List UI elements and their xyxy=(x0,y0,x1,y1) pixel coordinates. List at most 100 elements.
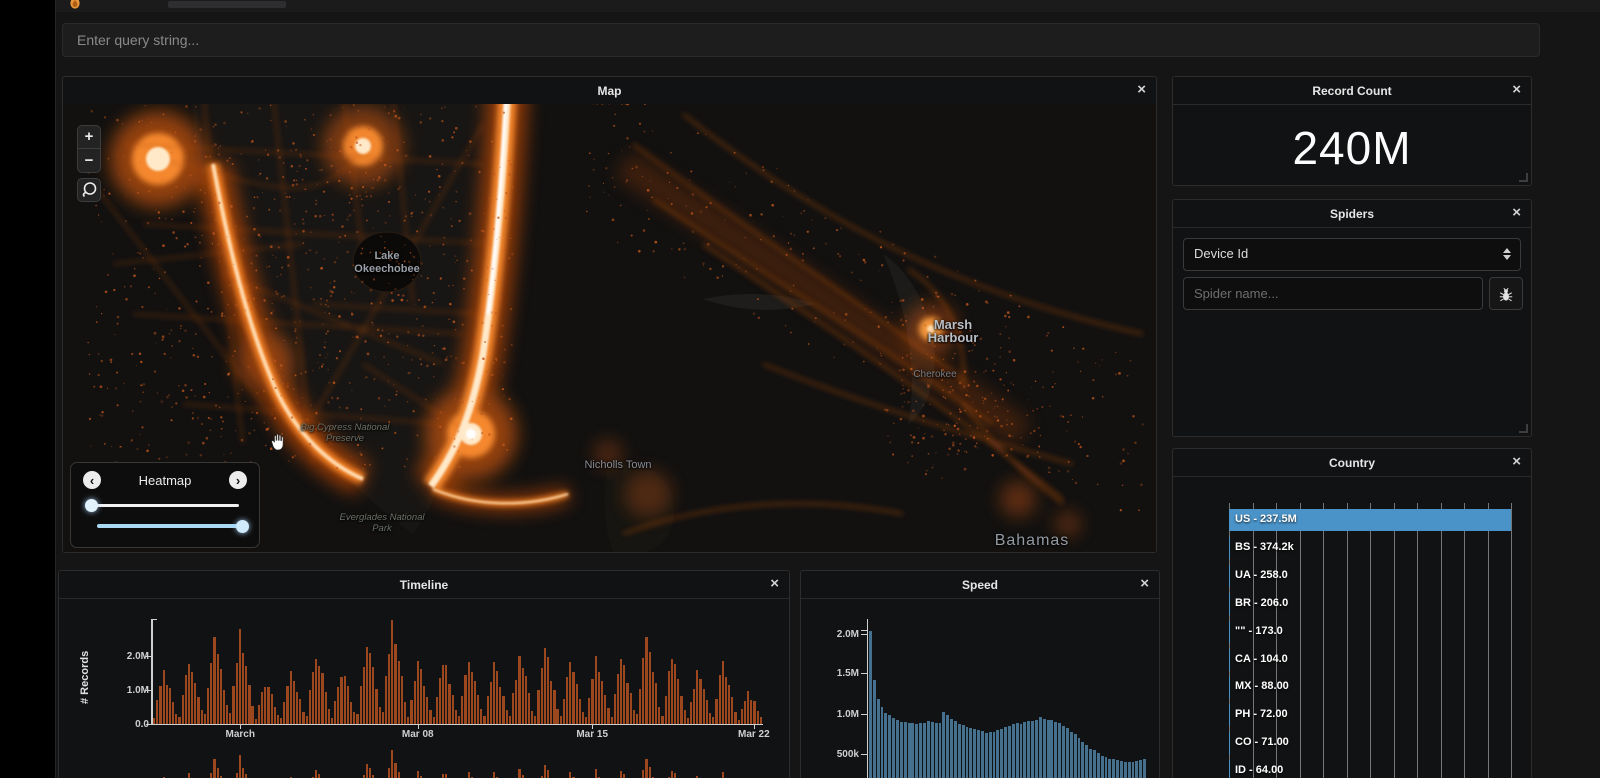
speed-bar xyxy=(1004,726,1008,778)
timeline-brush-bar xyxy=(620,770,623,778)
speed-bar xyxy=(872,680,876,778)
gridline xyxy=(1299,503,1301,778)
speed-bar xyxy=(953,721,957,778)
opacity-slider-knob[interactable] xyxy=(85,499,98,512)
gridline xyxy=(1393,503,1395,778)
speed-bar xyxy=(980,730,984,778)
close-button[interactable]: × xyxy=(1135,80,1148,100)
speed-bar xyxy=(1046,719,1050,778)
speed-bar xyxy=(1112,759,1116,778)
speed-bar xyxy=(903,721,907,778)
speed-bar xyxy=(961,725,965,778)
speed-bar xyxy=(915,723,919,778)
app-title-cutoff xyxy=(168,1,286,8)
layer-next-button[interactable]: › xyxy=(229,471,247,489)
speed-bar xyxy=(1065,728,1069,778)
panel-title: Map xyxy=(597,84,622,98)
speed-bar xyxy=(965,726,969,778)
radius-slider[interactable] xyxy=(97,524,243,528)
timeline-brush-bar xyxy=(241,767,245,778)
country-bar-chart[interactable]: US - 237.5M BS - 374.2k UA - 258.0 BR - 206… xyxy=(1173,449,1531,778)
speed-bar xyxy=(1011,724,1015,778)
spider-search-button[interactable] xyxy=(1489,277,1523,310)
speed-bar xyxy=(926,721,930,778)
map-label-bahamas: Bahamas xyxy=(994,532,1070,549)
timeline-brush-bar xyxy=(721,771,724,778)
timeline-brush-bar xyxy=(397,771,400,778)
timeline-brush-bar xyxy=(543,764,546,778)
country-bar[interactable] xyxy=(1229,592,1230,615)
timeline-brush[interactable] xyxy=(59,571,789,778)
country-bar[interactable] xyxy=(1229,620,1230,643)
country-bar[interactable] xyxy=(1229,704,1230,727)
lasso-select-button[interactable] xyxy=(77,178,101,202)
country-bar[interactable] xyxy=(1229,732,1230,755)
speed-bar xyxy=(969,728,973,778)
dashboard-screen: Map × xyxy=(0,0,1600,778)
speed-bar xyxy=(988,732,992,778)
speed-bar xyxy=(938,723,942,778)
timeline-brush-bar xyxy=(365,764,369,778)
field-select[interactable]: Device Id xyxy=(1183,238,1521,271)
hand-cursor-icon xyxy=(271,433,284,451)
timeline-brush-bar xyxy=(674,773,677,778)
gridline xyxy=(1487,503,1489,778)
close-button[interactable]: × xyxy=(1510,80,1523,100)
speed-bar xyxy=(1100,755,1104,778)
speed-bar xyxy=(1027,720,1031,778)
country-bar[interactable] xyxy=(1229,648,1230,671)
speed-bar xyxy=(1096,753,1100,778)
close-button[interactable]: × xyxy=(1510,203,1523,223)
speed-bar xyxy=(876,698,880,778)
country-bar[interactable] xyxy=(1229,760,1230,778)
speed-bar xyxy=(919,723,923,778)
speed-bar xyxy=(942,711,946,778)
timeline-brush-bar xyxy=(369,767,372,778)
speed-bar xyxy=(1108,759,1112,778)
country-bar-label: BS - 374.2k xyxy=(1235,540,1294,553)
gridline xyxy=(1370,503,1371,778)
speed-bar xyxy=(892,717,896,778)
speed-bar xyxy=(911,723,915,778)
timeline-brush-bar xyxy=(187,773,191,778)
timeline-brush-bar xyxy=(594,768,597,778)
country-bar-label: UA - 258.0 xyxy=(1235,568,1288,581)
panel-header: Record Count × xyxy=(1173,77,1531,105)
country-bar-label: MX - 88.00 xyxy=(1235,680,1289,693)
speed-bar xyxy=(1058,723,1062,778)
timeline-brush-bar xyxy=(391,749,394,778)
speed-bars[interactable] xyxy=(801,571,1159,778)
speed-bar xyxy=(899,721,903,778)
speed-bar xyxy=(1031,720,1035,778)
map-canvas[interactable]: Lake Okeechobee Marsh Harbour Cherokee N… xyxy=(63,83,1156,552)
timeline-brush-bar xyxy=(394,762,397,778)
layer-switcher-card: ‹ Heatmap › xyxy=(70,462,260,548)
gridline xyxy=(1346,503,1348,778)
speed-bar xyxy=(930,722,934,778)
resize-handle[interactable] xyxy=(1519,173,1528,182)
timeline-brush-bar xyxy=(623,773,626,778)
query-input[interactable] xyxy=(62,23,1540,57)
timeline-brush-bar xyxy=(670,770,674,778)
timeline-brush-bar xyxy=(569,772,572,778)
country-bar[interactable] xyxy=(1229,676,1230,699)
speed-bar xyxy=(1139,760,1143,778)
speed-bar xyxy=(1116,760,1119,778)
resize-handle[interactable] xyxy=(1519,424,1528,433)
speed-panel: Speed × 2.0M 1.5M 1.0M 500k xyxy=(800,570,1160,778)
panel-title: Spiders xyxy=(1329,207,1374,221)
spider-name-input[interactable] xyxy=(1183,277,1483,310)
speed-bar xyxy=(1104,757,1108,778)
opacity-slider[interactable] xyxy=(91,504,239,507)
chevron-right-icon: › xyxy=(235,472,241,488)
country-bar[interactable] xyxy=(1229,536,1230,559)
zoom-out-button[interactable]: − xyxy=(77,149,101,173)
gridline xyxy=(1323,503,1324,778)
country-bar-label: ID - 64.00 xyxy=(1235,764,1284,777)
timeline-brush-bar xyxy=(518,769,521,778)
radius-slider-knob[interactable] xyxy=(236,520,249,533)
country-bar-label: US - 237.5M xyxy=(1235,513,1297,525)
country-bar[interactable] xyxy=(1229,564,1230,587)
zoom-in-button[interactable]: + xyxy=(77,125,101,149)
minus-icon: − xyxy=(84,151,94,169)
